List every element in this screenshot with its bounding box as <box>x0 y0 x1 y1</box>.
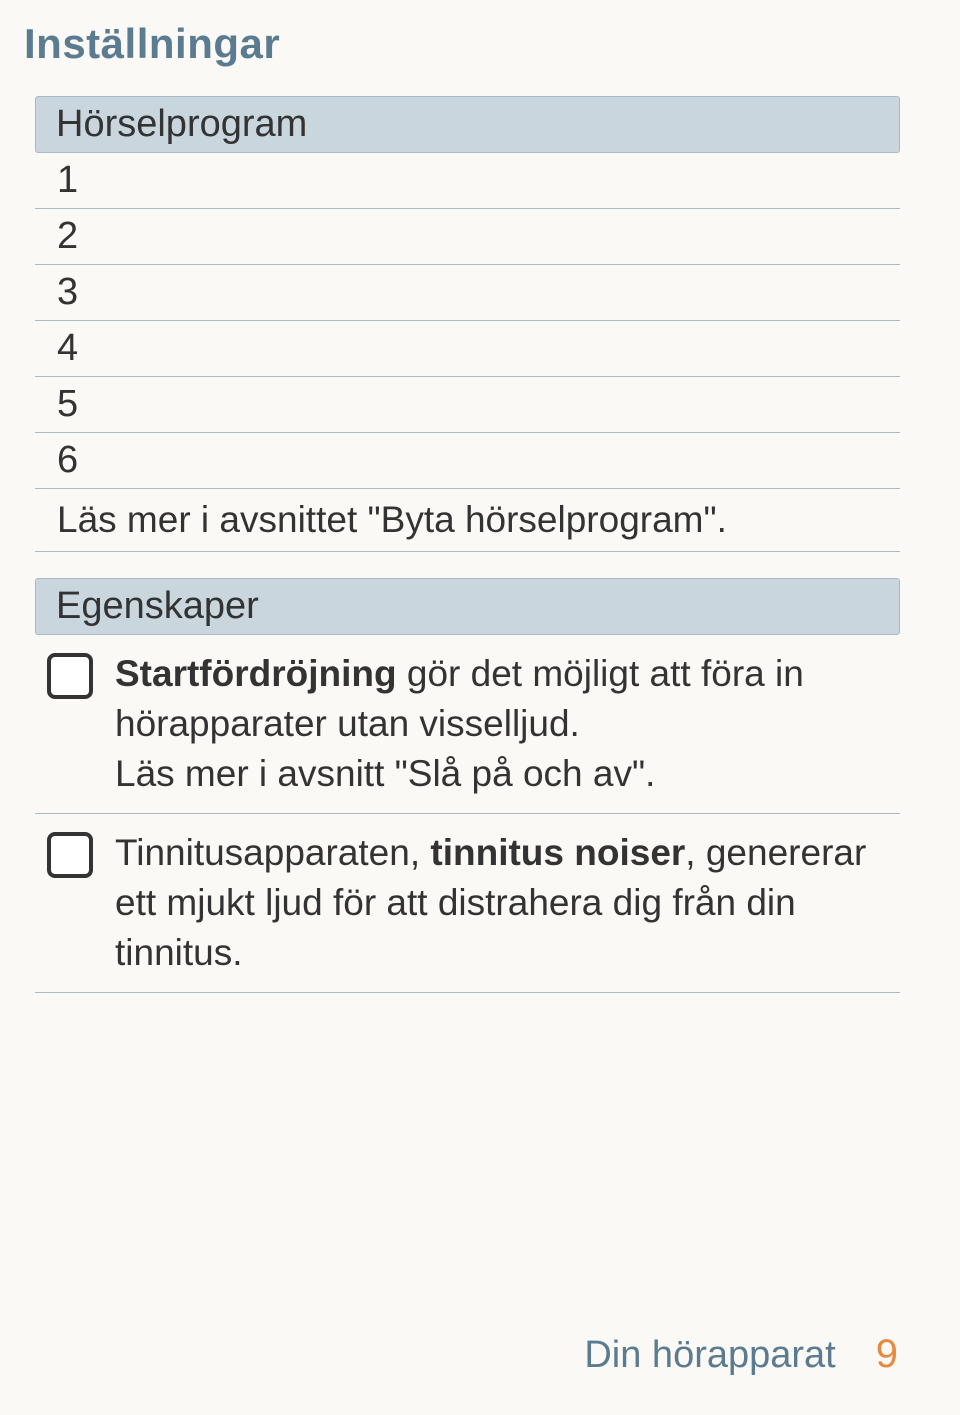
checkbox-icon[interactable] <box>47 832 93 878</box>
program-row: 3 <box>35 265 900 321</box>
features-table: Startfördröjning gör det möjligt att för… <box>35 635 900 993</box>
program-row: 4 <box>35 321 900 377</box>
page-title: Inställningar <box>24 20 900 68</box>
feature-bold-mid: tinnitus noiser <box>430 832 685 873</box>
section-header-programs: Hörselprogram <box>35 96 900 153</box>
feature-bold-lead: Startfördröjning <box>115 653 397 694</box>
feature-text: Startfördröjning gör det möjligt att för… <box>115 649 892 799</box>
footer-label: Din hörapparat <box>584 1334 835 1377</box>
section-header-features: Egenskaper <box>35 578 900 635</box>
feature-pre: Tinnitusapparaten, <box>115 832 430 873</box>
feature-row: Tinnitusapparaten, tinnitus noiser, gene… <box>35 814 900 993</box>
programs-caption: Läs mer i avsnittet "Byta hörselprogram"… <box>35 489 900 552</box>
programs-table: 1 2 3 4 5 6 <box>35 153 900 489</box>
feature-text: Tinnitusapparaten, tinnitus noiser, gene… <box>115 828 892 978</box>
feature-row: Startfördröjning gör det möjligt att för… <box>35 635 900 814</box>
program-row: 1 <box>35 153 900 209</box>
footer-page-number: 9 <box>876 1332 898 1377</box>
program-row: 5 <box>35 377 900 433</box>
program-row: 6 <box>35 433 900 489</box>
checkbox-icon[interactable] <box>47 653 93 699</box>
program-row: 2 <box>35 209 900 265</box>
page-footer: Din hörapparat 9 <box>584 1332 898 1377</box>
